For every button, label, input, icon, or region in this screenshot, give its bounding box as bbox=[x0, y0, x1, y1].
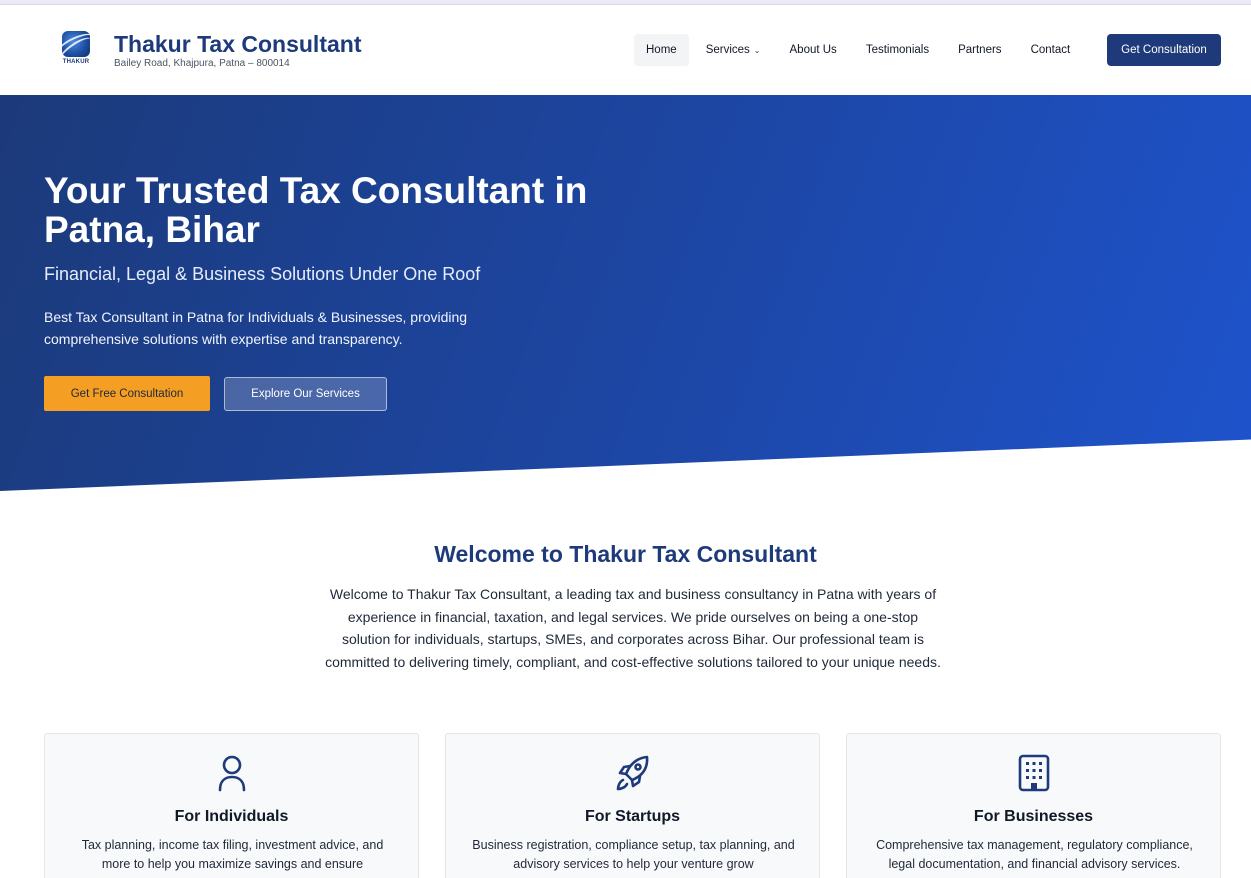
nav-about-us[interactable]: About Us bbox=[778, 34, 849, 66]
card-businesses[interactable]: For Businesses Comprehensive tax managem… bbox=[846, 733, 1221, 878]
card-title: For Individuals bbox=[174, 808, 289, 825]
rocket-icon bbox=[615, 754, 651, 792]
nav-services[interactable]: Services ⌄ bbox=[694, 34, 773, 66]
user-icon bbox=[214, 754, 250, 792]
hero-description: Best Tax Consultant in Patna for Individ… bbox=[44, 309, 468, 347]
nav-partners[interactable]: Partners bbox=[946, 34, 1013, 66]
welcome-title: Welcome to Thakur Tax Consultant bbox=[434, 541, 817, 567]
card-startups[interactable]: For Startups Business registration, comp… bbox=[445, 733, 820, 878]
nav-about-label: About Us bbox=[789, 44, 837, 56]
hero-title: Your Trusted Tax Consultant in Patna, Bi… bbox=[44, 170, 588, 250]
nav-partners-label: Partners bbox=[958, 44, 1002, 56]
chevron-down-icon: ⌄ bbox=[753, 45, 761, 55]
get-consultation-button[interactable]: Get Consultation bbox=[1107, 34, 1221, 66]
hero-subtitle: Financial, Legal & Business Solutions Un… bbox=[44, 264, 481, 284]
nav-home[interactable]: Home bbox=[634, 34, 689, 66]
logo-text: THAKUR bbox=[62, 59, 90, 65]
get-free-consultation-button[interactable]: Get Free Consultation bbox=[44, 376, 210, 411]
hero-section: Your Trusted Tax Consultant in Patna, Bi… bbox=[0, 95, 1251, 491]
brand-address: Bailey Road, Khajpura, Patna – 800014 bbox=[114, 58, 290, 69]
logo-globe-icon bbox=[62, 31, 90, 57]
nav-testimonials-label: Testimonials bbox=[865, 44, 930, 56]
welcome-text: Welcome to Thakur Tax Consultant, a lead… bbox=[325, 586, 941, 670]
building-icon bbox=[1016, 754, 1052, 792]
main-nav: Home Services ⌄ About Us Testimonials Par… bbox=[634, 34, 1087, 66]
card-individuals[interactable]: For Individuals Tax planning, income tax… bbox=[44, 733, 419, 878]
brand-logo[interactable]: THAKUR bbox=[58, 31, 94, 71]
card-title: For Businesses bbox=[973, 808, 1094, 825]
nav-testimonials[interactable]: Testimonials bbox=[854, 34, 941, 66]
nav-contact-label: Contact bbox=[1030, 44, 1071, 56]
card-text: Business registration, compliance setup,… bbox=[472, 838, 795, 871]
nav-services-label: Services bbox=[705, 44, 750, 56]
site-header: THAKUR Thakur Tax Consultant Bailey Road… bbox=[0, 5, 1251, 95]
nav-contact[interactable]: Contact bbox=[1019, 34, 1083, 66]
card-text: Comprehensive tax management, regulatory… bbox=[876, 838, 1193, 871]
card-text: Tax planning, income tax filing, investm… bbox=[81, 838, 384, 871]
nav-home-label: Home bbox=[646, 44, 677, 56]
card-title: For Startups bbox=[584, 808, 681, 825]
explore-services-button[interactable]: Explore Our Services bbox=[224, 377, 387, 411]
brand-title[interactable]: Thakur Tax Consultant bbox=[114, 31, 362, 58]
